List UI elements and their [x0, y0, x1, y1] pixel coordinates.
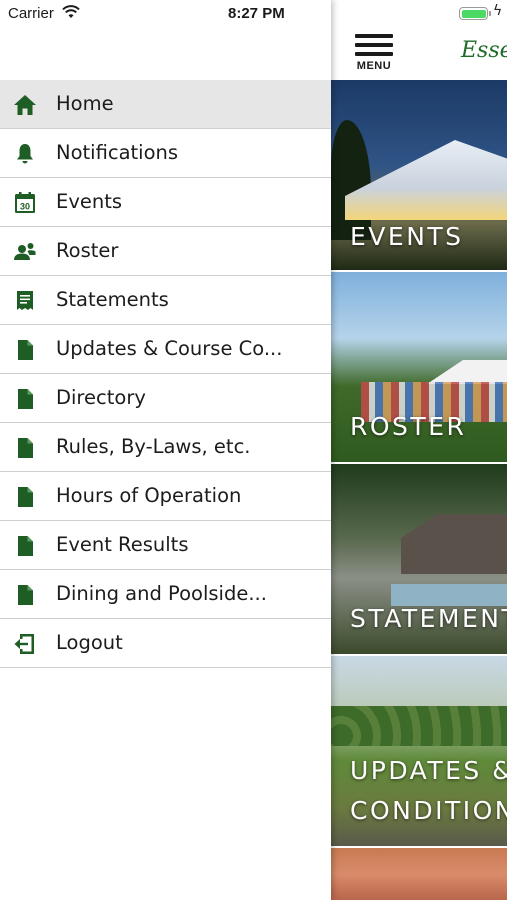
- receipt-icon: [17, 291, 33, 310]
- menu-button[interactable]: MENU: [353, 34, 395, 76]
- tile-caption-line1: UPDATES &: [350, 756, 507, 785]
- tile-events[interactable]: EVENTS: [331, 80, 507, 270]
- menu-item-label: Event Results: [56, 533, 189, 556]
- tile-roster[interactable]: ROSTER: [331, 272, 507, 462]
- tile-caption: ROSTER: [350, 412, 467, 441]
- nav-bar: MENU Essex: [331, 28, 507, 80]
- menu-item-label: Updates & Course Co...: [56, 337, 283, 360]
- tile-updates-conditions[interactable]: UPDATES & CONDITIONS: [331, 656, 507, 846]
- main-screen: ϟ MENU Essex EVENTS ROSTER STATEMENTS UP…: [331, 0, 507, 900]
- menu-item-label: Logout: [56, 631, 123, 654]
- status-bar: Carrier 8:27 PM: [0, 0, 331, 28]
- menu-item-notifications[interactable]: Notifications: [0, 129, 331, 178]
- drawer-menu: Home Notifications 30 Events Roster Stat…: [0, 80, 331, 668]
- charging-icon: ϟ: [493, 3, 503, 19]
- people-icon: [14, 243, 36, 260]
- document-icon: [18, 340, 33, 360]
- menu-item-label: Home: [56, 92, 114, 115]
- menu-item-label: Roster: [56, 239, 119, 262]
- calendar-icon: 30: [15, 192, 35, 213]
- bell-icon: [17, 144, 33, 164]
- menu-item-label: Dining and Poolside...: [56, 582, 267, 605]
- tile-next[interactable]: [331, 848, 507, 900]
- document-icon: [18, 438, 33, 458]
- document-icon: [18, 585, 33, 605]
- tile-statements[interactable]: STATEMENTS: [331, 464, 507, 654]
- menu-label: MENU: [356, 60, 392, 72]
- battery-icon: [459, 7, 488, 20]
- menu-item-event-results[interactable]: Event Results: [0, 521, 331, 570]
- logout-icon: [14, 634, 34, 654]
- menu-item-directory[interactable]: Directory: [0, 374, 331, 423]
- screen: ϟ MENU Essex EVENTS ROSTER STATEMENTS UP…: [0, 0, 507, 900]
- menu-item-label: Directory: [56, 386, 146, 409]
- document-icon: [18, 389, 33, 409]
- menu-item-logout[interactable]: Logout: [0, 619, 331, 668]
- club-logo: Essex: [461, 38, 507, 63]
- menu-item-rules-bylaws[interactable]: Rules, By-Laws, etc.: [0, 423, 331, 472]
- status-time: 8:27 PM: [228, 5, 285, 22]
- tile-caption: STATEMENTS: [350, 604, 507, 633]
- tile-caption-line2: CONDITIONS: [350, 796, 507, 825]
- menu-item-updates-course-conditions[interactable]: Updates & Course Co...: [0, 325, 331, 374]
- menu-item-label: Notifications: [56, 141, 179, 164]
- wifi-icon: [62, 5, 80, 18]
- menu-item-label: Hours of Operation: [56, 484, 242, 507]
- document-icon: [18, 536, 33, 556]
- menu-item-statements[interactable]: Statements: [0, 276, 331, 325]
- status-bar-right: ϟ: [331, 0, 507, 28]
- menu-item-home[interactable]: Home: [0, 80, 331, 129]
- menu-item-events[interactable]: 30 Events: [0, 178, 331, 227]
- menu-item-hours-of-operation[interactable]: Hours of Operation: [0, 472, 331, 521]
- menu-item-roster[interactable]: Roster: [0, 227, 331, 276]
- menu-item-dining-poolside[interactable]: Dining and Poolside...: [0, 570, 331, 619]
- menu-item-label: Rules, By-Laws, etc.: [56, 435, 251, 458]
- menu-item-label: Statements: [56, 288, 169, 311]
- home-icon: [14, 95, 36, 115]
- document-icon: [18, 487, 33, 507]
- carrier-label: Carrier: [8, 5, 54, 22]
- side-drawer: Carrier 8:27 PM Home Notifications 30 Ev…: [0, 0, 331, 900]
- svg-text:30: 30: [20, 202, 30, 212]
- menu-item-label: Events: [56, 190, 123, 213]
- tile-caption: EVENTS: [350, 222, 464, 251]
